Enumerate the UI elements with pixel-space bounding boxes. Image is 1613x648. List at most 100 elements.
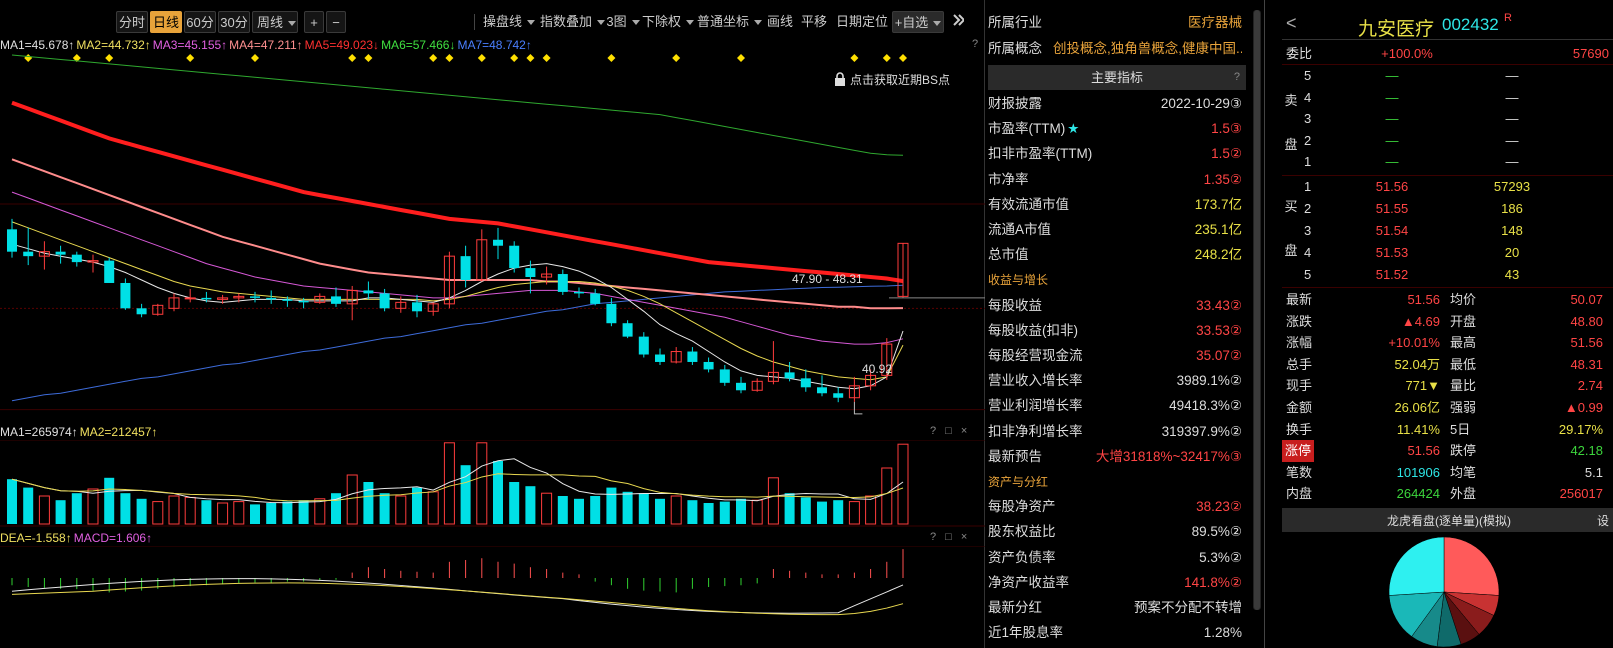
buy-level[interactable]: 4 51.53 20 xyxy=(1282,242,1613,263)
coordinate-menu[interactable]: 普通坐标 xyxy=(697,11,761,33)
pan-button[interactable]: 平移 xyxy=(799,11,829,33)
quarter-badge: ② xyxy=(1229,322,1242,338)
r-badge: R xyxy=(1504,12,1512,24)
indicator-value: 38.23② xyxy=(1196,499,1242,515)
industry-value[interactable]: 医疗器械 xyxy=(1188,10,1242,36)
stat-label: 金额 xyxy=(1286,400,1313,415)
indicator-row[interactable]: 净资产收益率 141.8%② xyxy=(985,570,1248,596)
settings-button[interactable]: 设 xyxy=(1597,512,1609,529)
date-locate-button[interactable]: 日期定位 xyxy=(834,11,890,33)
buy-level[interactable]: 3 51.54 148 xyxy=(1282,220,1613,241)
financial-panel: 所属行业 医疗器械 所属概念 创投概念,独角兽概念,健康中国... 主要指标 ?… xyxy=(985,0,1265,648)
sell-level[interactable]: 2 — — xyxy=(1282,130,1613,151)
candle-down xyxy=(104,260,115,283)
buy-level[interactable]: 1 51.56 57293 xyxy=(1282,176,1613,197)
scrollbar[interactable] xyxy=(1253,10,1261,610)
stat-value: 51.56 xyxy=(1407,292,1440,307)
volume-bar-down xyxy=(606,487,617,524)
stat-value: 11.41% xyxy=(1396,421,1440,437)
sell-level[interactable]: 1 — — xyxy=(1282,151,1613,172)
indicator-row[interactable]: 扣非市盈率(TTM) 1.5② xyxy=(985,141,1248,167)
stat-value: 2.74 xyxy=(1577,378,1603,394)
tab-daily[interactable]: 日线 xyxy=(150,11,182,33)
tab-30min[interactable]: 30分 xyxy=(218,11,250,33)
volume-bar-down xyxy=(509,482,520,524)
price: 51.54 xyxy=(1375,223,1409,238)
volume: 43 xyxy=(1504,267,1520,282)
indicator-row[interactable]: 扣非净利增长率 319397.9%② xyxy=(985,419,1248,445)
macd-window-icons[interactable]: ? □ × xyxy=(930,531,970,543)
stat-value: 48.31 xyxy=(1570,356,1603,372)
buy-level[interactable]: 5 51.52 43 xyxy=(1282,264,1613,285)
stat-value: 50.07 xyxy=(1570,292,1603,307)
bs-marker xyxy=(348,54,357,62)
candle-down xyxy=(363,290,374,294)
bs-marker xyxy=(364,54,373,62)
volume-bar-down xyxy=(655,498,665,524)
tab-60min[interactable]: 60分 xyxy=(184,11,216,33)
main-indicators-header: 主要指标 ? xyxy=(988,65,1246,90)
candlestick-chart[interactable] xyxy=(0,52,985,432)
macd-chart[interactable] xyxy=(0,546,985,648)
indicator-row[interactable]: 资产负债率 5.3%② xyxy=(985,545,1248,571)
price: — xyxy=(1385,111,1399,126)
indicator-row[interactable]: 最新分红 预案不分配不转增 xyxy=(985,595,1248,621)
stat-value: ▲0.99 xyxy=(1564,400,1603,415)
ma5-value: MA5=49.023↓ xyxy=(304,38,380,52)
sell-level[interactable]: 5 — — xyxy=(1282,65,1613,86)
tab-intraday[interactable]: 分时 xyxy=(116,11,148,33)
indicator-row[interactable]: 每股收益 33.43② xyxy=(985,293,1248,319)
indicator-row[interactable]: 近1年股息率 1.28% xyxy=(985,620,1248,646)
concept-value[interactable]: 创投概念,独角兽概念,健康中国... xyxy=(1053,36,1242,62)
indicator-row[interactable]: 股东权益比 89.5%② xyxy=(985,519,1248,545)
collapse-panel-button[interactable] xyxy=(948,11,968,33)
help-icon[interactable]: ? xyxy=(1234,65,1240,90)
buy-level[interactable]: 2 51.55 186 xyxy=(1282,198,1613,219)
indicator-row[interactable]: 有效流通市值 173.7亿 xyxy=(985,192,1248,218)
three-chart-menu[interactable]: 3图 xyxy=(606,11,640,33)
indicator-row[interactable]: 收益与增长 xyxy=(985,267,1248,293)
tab-weekly[interactable]: 周线 xyxy=(252,11,298,33)
operate-line-menu[interactable]: 操盘线 xyxy=(482,11,536,33)
volume-bar-down xyxy=(719,501,730,524)
indicator-row[interactable]: 市净率 1.35② xyxy=(985,167,1248,193)
draw-line-button[interactable]: 画线 xyxy=(765,11,795,33)
collapse-icon xyxy=(953,14,966,26)
index-overlay-menu[interactable]: 指数叠加 xyxy=(540,11,602,33)
ma6-line xyxy=(11,54,904,156)
help-icon[interactable]: ? xyxy=(972,38,978,50)
indicator-row[interactable]: 流通A市值 235.1亿 xyxy=(985,217,1248,243)
volume-bar-down xyxy=(800,497,811,524)
volume-bar-down xyxy=(590,496,601,524)
separator xyxy=(474,14,475,30)
indicator-row[interactable]: 营业利润增长率 49418.3%② xyxy=(985,393,1248,419)
price: 51.55 xyxy=(1375,201,1409,216)
stat-label: 现手 xyxy=(1286,378,1313,394)
volume-chart[interactable] xyxy=(0,440,985,528)
indicator-value: 173.7亿 xyxy=(1194,196,1242,212)
indicator-row[interactable]: 每股经营现金流 35.07② xyxy=(985,343,1248,369)
indicator-row[interactable]: 最新预告 大增31818%~32417%③ xyxy=(985,444,1248,470)
zoom-in-button[interactable]: + xyxy=(304,11,324,33)
vol-legend: MA1=265974↑ MA2=212457↑ xyxy=(0,424,159,440)
indicator-row[interactable]: 总市值 248.2亿 xyxy=(985,242,1248,268)
candle-down xyxy=(250,296,260,298)
vol-window-icons[interactable]: ? □ × xyxy=(930,425,970,437)
volume-bar-up xyxy=(767,477,779,525)
zoom-out-button[interactable]: − xyxy=(326,11,346,33)
indicator-row[interactable]: 每股净资产 38.23② xyxy=(985,494,1248,520)
volume-bar-down xyxy=(71,493,82,524)
indicator-row[interactable]: 财报披露 2022-10-29③ xyxy=(985,91,1248,117)
indicator-row[interactable]: 资产与分红 xyxy=(985,469,1248,495)
indicator-label: 净资产收益率 xyxy=(988,574,1069,590)
sell-level[interactable]: 3 — — xyxy=(1282,108,1613,129)
candle-down xyxy=(606,303,617,324)
back-button[interactable]: < xyxy=(1286,13,1297,34)
indicator-row[interactable]: 市盈率(TTM) ★ 1.5③ xyxy=(985,116,1248,142)
indicator-row[interactable]: 营业收入增长率 3989.1%② xyxy=(985,368,1248,394)
sell-level[interactable]: 4 — — xyxy=(1282,87,1613,108)
indicator-row[interactable]: 每股收益(扣非) 33.53② xyxy=(985,318,1248,344)
scrollbar-thumb[interactable] xyxy=(1254,10,1260,610)
add-watchlist-button[interactable]: +自选 xyxy=(892,11,944,33)
ex-right-menu[interactable]: 下除权 xyxy=(642,11,694,33)
